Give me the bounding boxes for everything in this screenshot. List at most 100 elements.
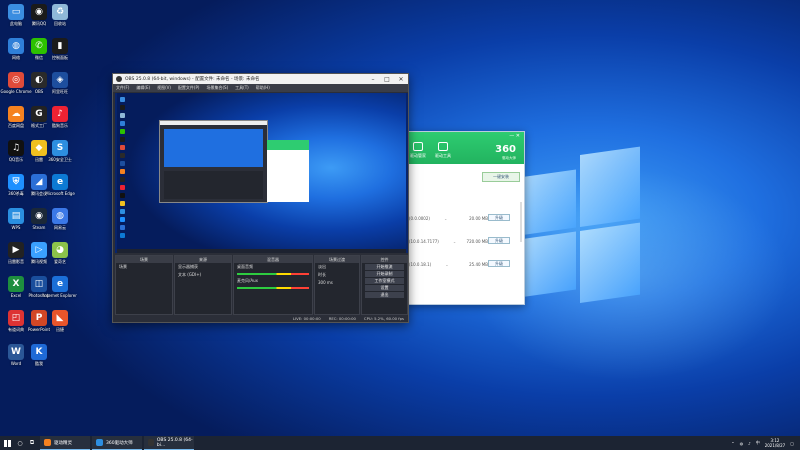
network-icon[interactable]: ◍ (740, 441, 744, 446)
desktop-icon-label: PowerPoint (27, 327, 51, 332)
preview-icon (120, 177, 125, 182)
upgrade-button[interactable]: 升级 (488, 260, 510, 267)
desktop-icon[interactable]: ⛨ 360杀毒 (5, 174, 27, 204)
control-button[interactable]: 开始推流 (365, 264, 404, 270)
dropdown-icon[interactable]: ⌄ (445, 262, 448, 267)
desktop-icon[interactable]: ▷ 腾讯视频 (28, 242, 50, 272)
scenes-dock[interactable]: 场景 场景 (115, 255, 173, 315)
preview-icon (120, 225, 125, 230)
minimize-button[interactable]: – (366, 76, 380, 83)
obs-window[interactable]: OBS 25.0.8 (64-bit, windows) - 配置文件: 未命名… (112, 73, 409, 323)
desktop-icon[interactable]: G 格式工厂 (28, 106, 50, 136)
desktop-icon[interactable]: e Internet Explorer (43, 276, 77, 306)
menu-item[interactable]: 文件(F) (116, 85, 129, 91)
install-all-button[interactable]: 一键安装 (482, 172, 520, 182)
desktop-icon[interactable]: ◕ 爱奇艺 (49, 242, 71, 272)
desktop-icon[interactable]: ◐ OBS (28, 72, 50, 102)
preview-desktop (117, 93, 406, 249)
control-button[interactable]: 设置 (365, 285, 404, 291)
app-subtitle: 驱动大师 (502, 156, 516, 160)
tab-driver-tools[interactable]: 驱动工具 (433, 142, 453, 159)
controls-dock[interactable]: 控件 开始推流 开始录制 工作室模式 设置 退出 (361, 255, 408, 315)
menu-item[interactable]: 工具(T) (235, 85, 249, 91)
menu-item[interactable]: 视图(V) (157, 85, 171, 91)
tab-driver-manager[interactable]: 驱动管家 (408, 142, 428, 159)
desktop-icon-label: Internet Explorer (43, 293, 77, 298)
desktop-icon[interactable]: ▮ 控制面板 (49, 38, 71, 68)
player-icon: ▶ (8, 242, 24, 258)
search-icon[interactable]: ○ (14, 436, 26, 450)
obs-titlebar[interactable]: OBS 25.0.8 (64-bit, windows) - 配置文件: 未命名… (113, 74, 408, 84)
desktop-icon[interactable]: ◎ Google Chrome (0, 72, 32, 102)
desktop-icon[interactable]: ◆ 迅雷 (28, 140, 50, 170)
desktop-icon[interactable]: ▤ WPS (5, 208, 27, 238)
desktop-icon[interactable]: ◉ Steam (28, 208, 50, 238)
control-button[interactable]: 开始录制 (365, 271, 404, 277)
desktop-icon[interactable]: ▭ 此电脑 (5, 4, 27, 34)
menu-item[interactable]: 场景集合(S) (206, 85, 228, 91)
desktop-icon[interactable]: ▶ 迅雷影音 (5, 242, 27, 272)
transitions-dock[interactable]: 场景过渡 淡出 时长 300 ms (314, 255, 360, 315)
control-button[interactable]: 退出 (365, 292, 404, 298)
windows-icon (3, 439, 11, 447)
taskbar-app-label: 驱动精灵 (54, 440, 72, 446)
desktop-icon[interactable]: ◰ 有道词典 (5, 310, 27, 340)
desktop-icon[interactable]: ♻ 回收站 (49, 4, 71, 34)
preview-icon (120, 113, 125, 118)
chrome-icon: ◎ (8, 72, 24, 88)
desktop-icon[interactable]: ◫ Photoshop (28, 276, 50, 306)
window-controls[interactable]: — ✕ (509, 133, 520, 139)
transition-type[interactable]: 淡出 (315, 263, 359, 271)
scene-item[interactable]: 场景 (116, 263, 172, 271)
upgrade-button[interactable]: 升级 (488, 237, 510, 244)
desktop-icon[interactable]: ◍ 网易云 (49, 208, 71, 238)
taskbar-app[interactable]: 驱动精灵 (40, 436, 90, 450)
obs-preview[interactable] (115, 93, 408, 253)
desktop-icon[interactable]: S 360安全卫士 (48, 140, 72, 170)
scrollbar[interactable] (520, 202, 522, 242)
task-view-icon[interactable]: ⧉ (26, 436, 38, 450)
source-item[interactable]: 显示器捕获 (175, 263, 231, 271)
driver-master-window[interactable]: 驱动管家 驱动工具 360 驱动大师 — ✕ 一键安装 ▸ (0.0.0002)… (404, 131, 525, 305)
desktop-icon[interactable]: ✆ 微信 (28, 38, 50, 68)
maximize-button[interactable]: □ (380, 76, 394, 83)
close-button[interactable]: ✕ (394, 76, 408, 83)
desktop-icon[interactable]: P PowerPoint (28, 310, 50, 340)
menu-item[interactable]: 帮助(H) (256, 85, 270, 91)
desktop-icon[interactable]: ◢ 腾讯会议 (28, 174, 50, 204)
desktop-icon[interactable]: ◍ 网络 (5, 38, 27, 68)
powerpoint-icon: P (31, 310, 47, 326)
steam-icon: ◉ (31, 208, 47, 224)
wechat-icon: ✆ (31, 38, 47, 54)
menu-item[interactable]: 编辑(E) (136, 85, 150, 91)
desktop-icon[interactable]: ◈ 阿里旺旺 (49, 72, 71, 102)
source-item[interactable]: 文本 (GDI+) (175, 271, 231, 279)
start-button[interactable] (0, 436, 14, 450)
taskbar-app[interactable]: 360驱动大师 (92, 436, 142, 450)
menu-item[interactable]: 配置文件(P) (178, 85, 200, 91)
volume-icon[interactable]: ♪ (748, 441, 751, 446)
desktop-icon[interactable]: ◉ 腾讯QQ (28, 4, 50, 34)
desktop-icon[interactable]: ♫ QQ音乐 (5, 140, 27, 170)
desktop-icon[interactable]: ♪ 酷狗音乐 (49, 106, 71, 136)
dropdown-icon[interactable]: ⌄ (444, 216, 447, 221)
sources-dock[interactable]: 来源 显示器捕获 文本 (GDI+) (174, 255, 232, 315)
desktop-icon[interactable]: ◣ 迅捷 (49, 310, 71, 340)
mixer-dock[interactable]: 混音器 桌面音频 麦克风/Aux (233, 255, 313, 315)
taskbar-app[interactable]: OBS 25.0.8 (64-bi... (144, 436, 194, 450)
input-language[interactable]: 中 (756, 440, 760, 446)
upgrade-button[interactable]: 升级 (488, 214, 510, 221)
control-button[interactable]: 工作室模式 (365, 278, 404, 284)
tray-arrow-icon[interactable]: ⌃ (731, 441, 734, 446)
clock[interactable]: 3:12 2021/8/27 (765, 438, 786, 448)
desktop-icon[interactable]: e Microsoft Edge (45, 174, 75, 204)
dropdown-icon[interactable]: ⌄ (453, 239, 456, 244)
notification-icon[interactable]: ▢ (790, 441, 794, 446)
preview-icon (120, 217, 125, 222)
duration-value[interactable]: 300 ms (315, 279, 359, 286)
obs-menubar: 文件(F) 编辑(E) 视图(V) 配置文件(P) 场景集合(S) 工具(T) 帮助(H) (113, 84, 408, 92)
desktop-icon[interactable]: X Excel (5, 276, 27, 306)
desktop-icon[interactable]: K 酷我 (28, 344, 50, 374)
desktop-icon[interactable]: ☁ 百度网盘 (5, 106, 27, 136)
desktop-icon[interactable]: W Word (5, 344, 27, 374)
